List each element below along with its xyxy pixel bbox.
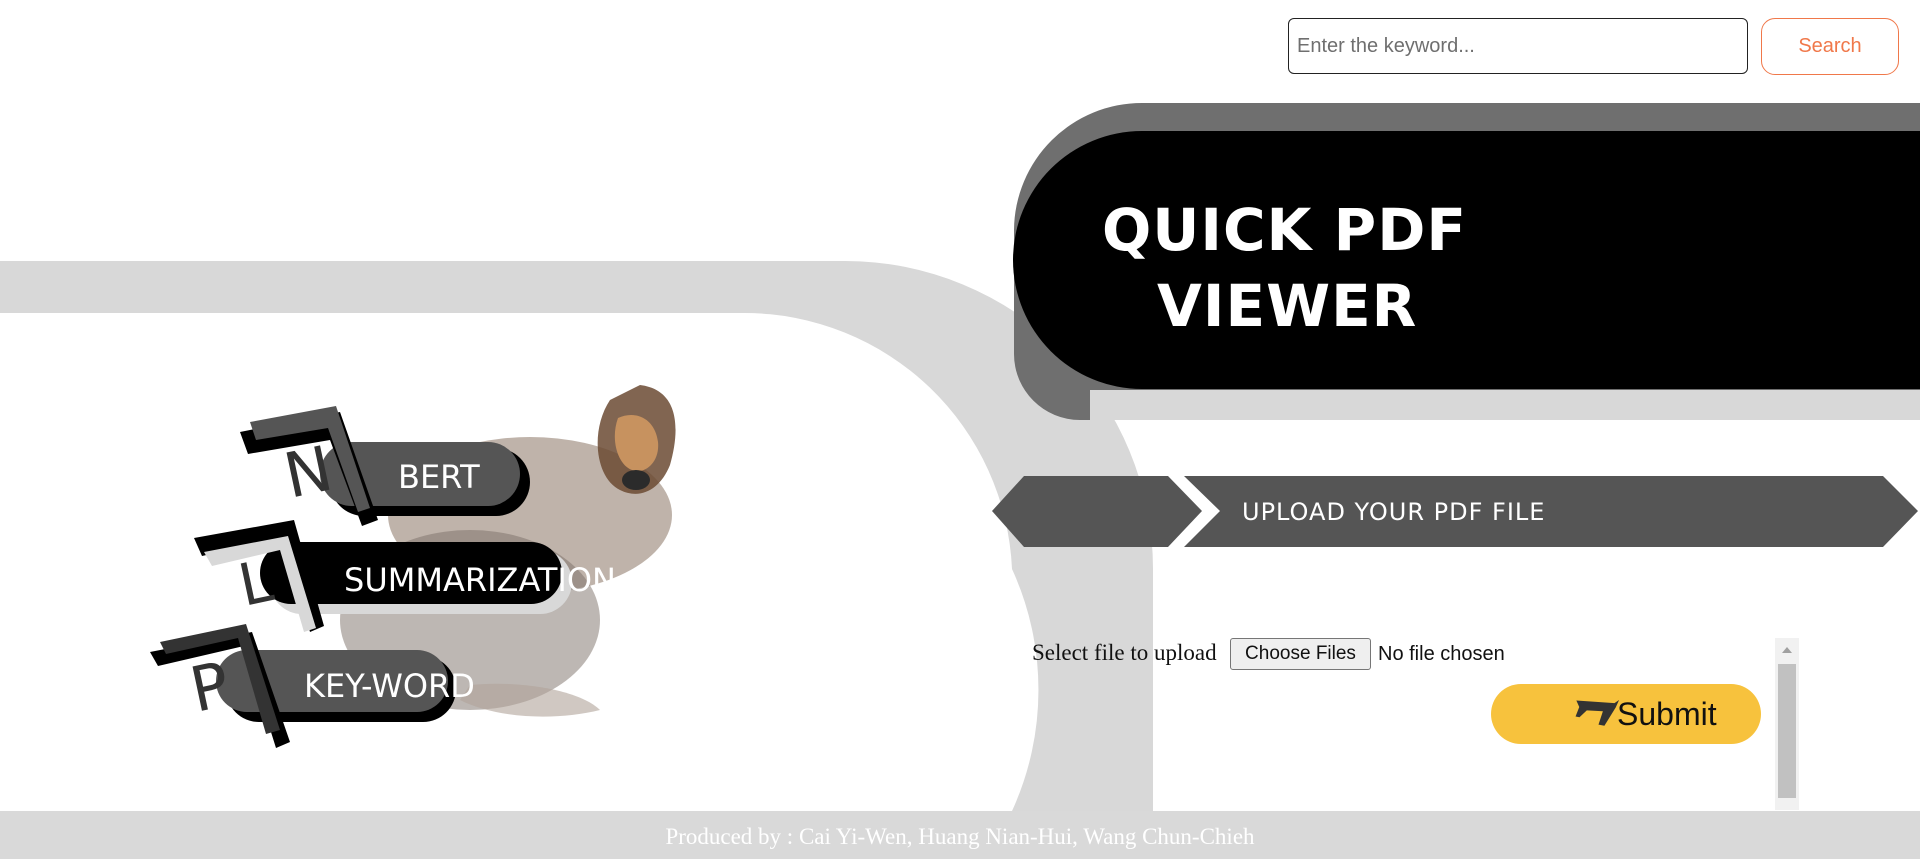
- select-file-label: Select file to upload: [1032, 640, 1217, 665]
- search-input[interactable]: [1288, 18, 1748, 74]
- no-file-chosen-text: No file chosen: [1378, 643, 1505, 665]
- page-title-line2: VIEWER: [1157, 272, 1418, 340]
- submit-button[interactable]: Submit: [1491, 684, 1761, 744]
- choose-files-button[interactable]: Choose Files: [1230, 638, 1371, 670]
- letter-n-block: N: [240, 406, 378, 526]
- letter-p-block: P: [150, 624, 290, 748]
- footer: Produced by : Cai Yi-Wen, Huang Nian-Hui…: [0, 811, 1920, 859]
- scrollbar[interactable]: [1775, 638, 1799, 810]
- scroll-thumb[interactable]: [1778, 664, 1796, 798]
- upload-banner-label: UPLOAD YOUR PDF FILE: [1242, 498, 1546, 526]
- page-title-line1: QUICK PDF: [1102, 196, 1467, 264]
- svg-text:N: N: [278, 432, 339, 513]
- submit-label: Submit: [1617, 696, 1717, 732]
- pill-summarization-label: SUMMARIZATION: [344, 561, 616, 599]
- pill-bert-label: BERT: [398, 458, 480, 496]
- airplane-icon: [1575, 699, 1619, 726]
- letter-l-block: L: [194, 520, 324, 632]
- pill-keyword-label: KEY-WORD: [304, 667, 475, 705]
- scroll-up-arrow-icon[interactable]: [1782, 647, 1792, 653]
- search-button[interactable]: Search: [1761, 18, 1899, 75]
- footer-credits: Produced by : Cai Yi-Wen, Huang Nian-Hui…: [665, 824, 1255, 849]
